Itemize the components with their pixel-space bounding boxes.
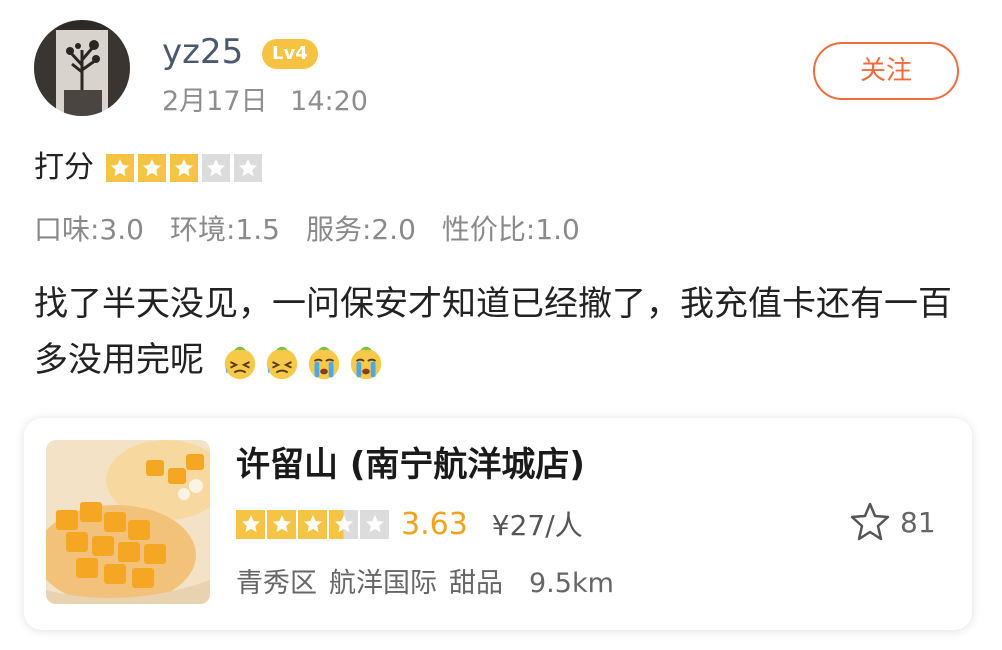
- star-filled-icon: [298, 509, 327, 539]
- sub-score-value: 性价比:1.0: [441, 213, 580, 246]
- review-body: 找了半天没见，一问保安才知道已经撤了，我充值卡还有一百多没用完呢: [34, 276, 974, 388]
- shop-meta: 青秀区 航洋国际 甜品 9.5km: [236, 566, 626, 602]
- star-empty-icon: [360, 509, 389, 539]
- shop-price: ¥27/人: [491, 509, 583, 542]
- rating-label: 打分: [34, 150, 94, 185]
- sweat-face-icon: [266, 346, 298, 379]
- star-half-icon: [329, 509, 358, 539]
- favorite-count: 81: [900, 505, 936, 539]
- star-filled-icon: [170, 154, 198, 182]
- username[interactable]: yz25: [162, 30, 243, 74]
- sub-score-environment: 环境:1.5: [169, 213, 280, 246]
- avatar[interactable]: [34, 20, 130, 116]
- star-empty-icon: [234, 154, 262, 182]
- shop-district: 青秀区: [236, 568, 317, 599]
- avatar-image: [34, 20, 130, 116]
- sub-scores: 口味:3.0 环境:1.5 服务:2.0 性价比:1.0: [34, 211, 606, 249]
- shop-distance: 9.5km: [529, 568, 614, 599]
- shop-thumbnail[interactable]: [46, 440, 210, 604]
- review-emojis: [221, 343, 389, 381]
- crying-face-icon: [350, 346, 382, 379]
- crying-face-icon: [308, 346, 340, 379]
- favorite-button[interactable]: 81: [848, 500, 936, 544]
- review-page: yz25 Lv4 2月17日 14:20 关注 打分 口味:3.0 环境:1.5…: [0, 0, 1002, 650]
- shop-name[interactable]: 许留山 (南宁航洋城店): [236, 442, 585, 488]
- rating-row: 打分: [34, 148, 266, 188]
- shop-rating-row: 3.63 ¥27/人: [236, 504, 583, 544]
- level-badge: Lv4: [262, 39, 318, 69]
- star-empty-icon: [202, 154, 230, 182]
- rating-stars: [106, 154, 266, 182]
- shop-category: 甜品: [449, 568, 503, 599]
- mango-dessert-photo: [46, 440, 210, 604]
- star-filled-icon: [236, 509, 265, 539]
- sub-score-taste: 口味:3.0: [34, 213, 144, 246]
- review-text: 找了半天没见，一问保安才知道已经撤了，我充值卡还有一百多没用完呢: [34, 284, 952, 380]
- sweat-face-icon: [224, 346, 256, 379]
- post-time: 14:20: [290, 86, 368, 117]
- star-filled-icon: [138, 154, 166, 182]
- shop-score: 3.63: [401, 506, 468, 542]
- shop-area: 航洋国际: [329, 568, 437, 599]
- star-filled-icon: [106, 154, 134, 182]
- shop-card[interactable]: 许留山 (南宁航洋城店) 3.63 ¥27/人 青秀区 航洋国际 甜品 9.5k…: [24, 418, 972, 630]
- sub-score-service: 服务:2.0: [305, 213, 416, 246]
- shop-stars: [236, 509, 391, 539]
- star-filled-icon: [267, 509, 296, 539]
- post-date: 2月17日: [162, 86, 268, 117]
- post-timestamp: 2月17日 14:20: [162, 84, 368, 120]
- follow-button[interactable]: 关注: [813, 42, 959, 100]
- star-outline-icon: [850, 502, 890, 541]
